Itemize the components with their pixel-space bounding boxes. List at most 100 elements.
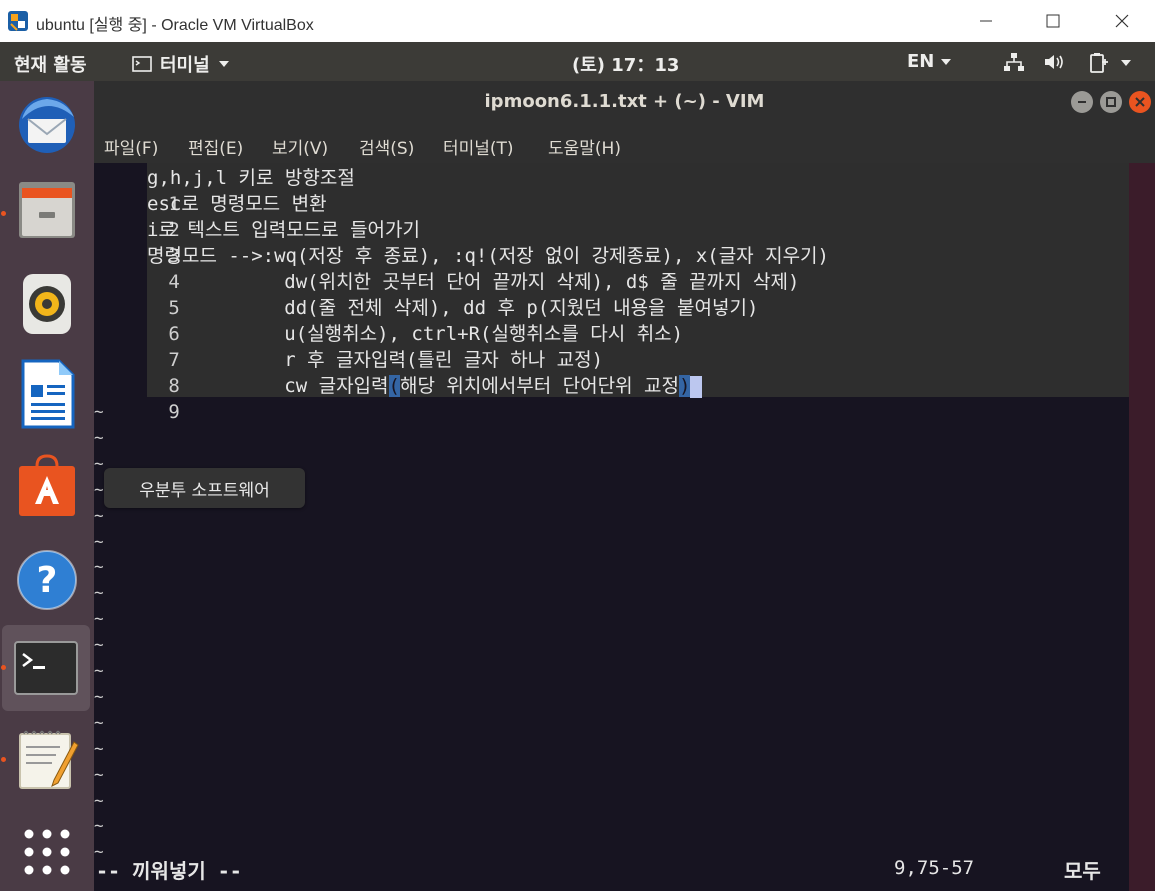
close-button[interactable] xyxy=(1099,0,1145,42)
empty-line-tilde: ~ xyxy=(94,661,104,680)
line-text: i로 텍스트 입력모드로 들어가기 xyxy=(147,219,420,241)
chevron-down-icon xyxy=(1121,60,1131,66)
matched-paren: ) xyxy=(679,375,691,397)
empty-line-tilde: ~ xyxy=(94,686,104,706)
minimize-button[interactable] xyxy=(963,0,1009,42)
menu-edit[interactable]: 편집(E) xyxy=(188,134,243,159)
text-cursor xyxy=(690,375,703,398)
dock-libreoffice-writer[interactable] xyxy=(0,351,94,437)
dock-help[interactable]: ? xyxy=(0,537,94,623)
line-text: g,h,j,l 키로 방향조절 xyxy=(147,167,355,189)
line-text: 명령모드 -->:wq(저장 후 종료), :q!(저장 없이 강제종료), x… xyxy=(147,245,829,267)
empty-line-tilde: ~ xyxy=(94,583,104,603)
line-text: esc로 명령모드 변환 xyxy=(147,193,327,215)
scroll-indicator: 모두 xyxy=(1064,859,1101,883)
terminal-edge xyxy=(1129,163,1155,891)
svg-text:?: ? xyxy=(37,560,58,601)
network-icon[interactable] xyxy=(1003,52,1025,77)
empty-line-tilde: ~ xyxy=(94,790,104,810)
chevron-down-icon xyxy=(941,58,952,65)
menu-help[interactable]: 도움말(H) xyxy=(548,134,621,159)
empty-line-tilde: ~ xyxy=(94,635,104,655)
line-text: dw(위치한 곳부터 단어 끝까지 삭제), d$ 줄 끝까지 삭제) xyxy=(147,271,800,293)
files-cabinet-icon xyxy=(19,182,75,238)
terminal-icon xyxy=(14,641,78,695)
line-text-prefix: cw 글자입력 xyxy=(147,375,389,397)
dock-text-editor[interactable] xyxy=(0,717,94,803)
virtualbox-icon xyxy=(8,11,28,31)
input-language-label: EN xyxy=(907,51,935,72)
vim-line: 6 dd(줄 전체 삭제), dd 후 p(지웠던 내용을 붙여넣기) xyxy=(94,295,758,345)
maximize-button[interactable] xyxy=(1030,0,1076,42)
dock-rhythmbox[interactable] xyxy=(0,261,94,347)
grid-icon xyxy=(24,829,70,875)
system-menu[interactable] xyxy=(1088,52,1132,74)
matched-paren: ( xyxy=(388,375,400,397)
ubuntu-software-bag-icon xyxy=(19,454,75,516)
menu-view[interactable]: 보기(V) xyxy=(272,134,328,159)
empty-line-tilde: ~ xyxy=(94,531,104,551)
terminal-maximize-button[interactable] xyxy=(1100,91,1122,113)
minimize-icon xyxy=(980,20,992,22)
app-menu-button[interactable]: 터미널 xyxy=(132,51,230,77)
volume-icon[interactable] xyxy=(1043,52,1067,77)
dock-ubuntu-software[interactable] xyxy=(0,443,94,529)
vim-line: 4 명령모드 -->:wq(저장 후 종료), :q!(저장 없이 강제종료),… xyxy=(94,243,829,293)
empty-line-tilde: ~ xyxy=(94,712,104,732)
thunderbird-mail-icon xyxy=(19,97,75,153)
vim-line: 2 esc로 명령모드 변환 xyxy=(94,191,327,241)
maximize-icon xyxy=(1106,97,1116,107)
empty-line-tilde: ~ xyxy=(94,557,104,577)
ubuntu-top-bar: 현재 활동 터미널 (토) 17：13 EN xyxy=(0,42,1155,81)
dock: ? xyxy=(0,81,94,891)
terminal-small-icon xyxy=(132,56,152,72)
app-menu-label: 터미널 xyxy=(160,55,210,76)
chevron-down-icon xyxy=(218,61,229,67)
minimize-icon xyxy=(1078,101,1086,103)
activities-button[interactable]: 현재 활동 xyxy=(14,51,87,77)
terminal-minimize-button[interactable] xyxy=(1071,91,1093,113)
host-window-title: ubuntu [실행 중] - Oracle VM VirtualBox xyxy=(36,17,314,34)
line-text: u(실행취소), ctrl+R(실행취소를 다시 취소) xyxy=(147,323,684,345)
vim-mode-indicator: -- 끼워넣기 -- xyxy=(96,859,242,883)
terminal-titlebar[interactable]: ipmoon6.1.1.txt + (~) - VIM xyxy=(94,81,1155,125)
menu-terminal[interactable]: 터미널(T) xyxy=(443,134,514,159)
dock-tooltip: 우분투 소프트웨어 xyxy=(104,468,305,508)
input-language-menu[interactable]: EN xyxy=(907,51,952,72)
empty-line-tilde: ~ xyxy=(94,816,104,836)
maximize-icon xyxy=(1046,14,1060,28)
libreoffice-writer-icon xyxy=(21,359,75,429)
line-text: dd(줄 전체 삭제), dd 후 p(지웠던 내용을 붙여넣기) xyxy=(147,297,759,319)
rhythmbox-speaker-icon xyxy=(23,274,71,334)
line-text-middle: 해당 위치에서부터 단어단위 교정 xyxy=(399,375,680,397)
vim-editor[interactable]: 1 g,h,j,l 키로 방향조절 2 esc로 명령모드 변환 3 i로 텍스… xyxy=(94,163,1155,891)
terminal-menubar: 파일(F) 편집(E) 보기(V) 검색(S) 터미널(T) 도움말(H) xyxy=(94,125,1155,163)
clock[interactable]: (토) 17：13 xyxy=(572,51,679,77)
help-question-icon: ? xyxy=(17,550,77,610)
vim-line: 8 r 후 글자입력(틀린 글자 하나 교정) xyxy=(94,347,603,397)
line-text: r 후 글자입력(틀린 글자 하나 교정) xyxy=(147,349,604,371)
dock-show-applications[interactable] xyxy=(0,809,94,891)
vim-line: 1 g,h,j,l 키로 방향조절 xyxy=(94,165,355,215)
close-icon xyxy=(1115,14,1129,28)
cursor-position: 9,75-57 xyxy=(894,857,975,879)
vim-line: 9 cw 글자입력(해당 위치에서부터 단어단위 교정) xyxy=(94,373,703,423)
menu-file[interactable]: 파일(F) xyxy=(104,134,158,159)
empty-line-tilde: ~ xyxy=(94,738,104,758)
vim-line: 5 dw(위치한 곳부터 단어 끝까지 삭제), d$ 줄 끝까지 삭제) xyxy=(94,269,799,319)
line-text: cw 글자입력(해당 위치에서부터 단어단위 교정) xyxy=(147,373,703,399)
battery-icon xyxy=(1090,53,1108,73)
host-window-titlebar: ubuntu [실행 중] - Oracle VM VirtualBox xyxy=(0,0,1155,42)
vim-status-line: -- 끼워넣기 -- 9,75-57 모두 xyxy=(94,855,1129,885)
empty-line-tilde: ~ xyxy=(94,764,104,784)
vim-line: 7 u(실행취소), ctrl+R(실행취소를 다시 취소) xyxy=(94,321,683,371)
terminal-title: ipmoon6.1.1.txt + (~) - VIM xyxy=(484,91,765,112)
dock-terminal[interactable] xyxy=(1,625,90,711)
dock-files[interactable] xyxy=(0,167,94,253)
vim-line: 3 i로 텍스트 입력모드로 들어가기 xyxy=(94,217,420,267)
empty-line-tilde: ~ xyxy=(94,609,104,629)
dock-thunderbird[interactable] xyxy=(0,81,94,167)
close-icon xyxy=(1135,97,1145,107)
menu-search[interactable]: 검색(S) xyxy=(359,134,414,159)
terminal-close-button[interactable] xyxy=(1129,91,1151,113)
